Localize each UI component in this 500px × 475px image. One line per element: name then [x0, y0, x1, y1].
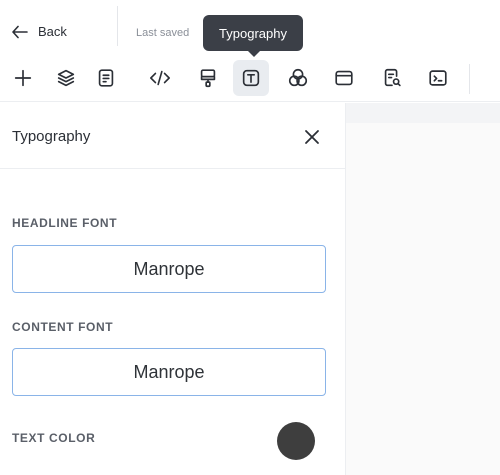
code-button[interactable]	[142, 60, 178, 96]
document-search-icon	[384, 68, 401, 87]
toolbar-divider	[469, 64, 470, 94]
arrow-left-icon	[12, 25, 28, 38]
paint-roller-icon	[200, 69, 216, 88]
headline-font-select[interactable]: Manrope	[12, 245, 326, 293]
typography-button[interactable]	[233, 60, 269, 96]
terminal-button[interactable]	[420, 60, 456, 96]
toolbar	[0, 56, 500, 102]
typography-icon	[242, 69, 260, 87]
close-button[interactable]	[300, 125, 324, 149]
panel-header: Typography	[0, 103, 346, 169]
divider	[117, 6, 118, 46]
back-button[interactable]: Back	[12, 24, 67, 39]
code-icon	[150, 70, 170, 86]
back-label: Back	[38, 24, 67, 39]
typography-tooltip: Typography	[203, 15, 303, 57]
content-font-select[interactable]: Manrope	[12, 348, 326, 396]
seo-button[interactable]	[374, 60, 410, 96]
canvas-area	[346, 123, 500, 475]
text-color-swatch[interactable]	[277, 422, 315, 460]
last-saved-text: Last saved	[136, 27, 190, 39]
layout-icon	[335, 70, 353, 86]
page-button[interactable]	[88, 60, 124, 96]
add-button[interactable]	[5, 60, 41, 96]
typography-panel: Typography HEADLINE FONT Manrope CONTENT…	[0, 103, 346, 475]
layers-button[interactable]	[48, 60, 84, 96]
layers-icon	[57, 69, 75, 87]
text-color-label: TEXT COLOR	[12, 431, 96, 445]
panel-title: Typography	[12, 128, 91, 145]
headline-font-label: HEADLINE FONT	[12, 216, 118, 230]
canvas-top-strip	[346, 103, 500, 123]
layout-button[interactable]	[326, 60, 362, 96]
colors-button[interactable]	[280, 60, 316, 96]
terminal-icon	[429, 70, 447, 86]
page-icon	[98, 69, 114, 87]
color-circles-icon	[288, 68, 308, 87]
close-icon	[305, 130, 319, 144]
style-button[interactable]	[190, 60, 226, 96]
add-icon	[14, 69, 32, 87]
content-font-label: CONTENT FONT	[12, 320, 114, 334]
